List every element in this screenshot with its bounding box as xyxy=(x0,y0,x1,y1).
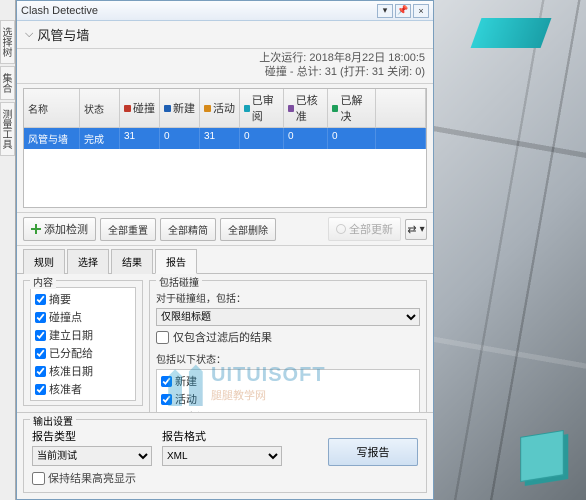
cell-new: 0 xyxy=(160,128,200,149)
include-fieldset: 包括碰撞 对于碰撞组，包括： 仅限组标题 仅包含过滤后的结果 包括以下状态： 新… xyxy=(149,280,427,412)
col-approved[interactable]: 已核准 xyxy=(284,89,328,128)
report-format-label: 报告格式 xyxy=(162,428,282,444)
dot-icon xyxy=(164,105,171,112)
cell-name: 风管与墙 xyxy=(24,128,80,149)
grid-header: 名称 状态 碰撞 新建 活动 已审阅 已核准 已解决 xyxy=(24,89,426,128)
cell-approved: 0 xyxy=(284,128,328,149)
keep-highlight-checkbox[interactable] xyxy=(32,472,45,485)
report-type-label: 报告类型 xyxy=(32,428,152,444)
tab-select[interactable]: 选择 xyxy=(67,249,109,274)
test-meta: 上次运行: 2018年8月22日 18:00:5 碰撞 - 总计: 31 (打开… xyxy=(17,49,433,84)
content-item-checkbox[interactable] xyxy=(35,294,46,305)
col-status[interactable]: 状态 xyxy=(80,89,120,128)
view-cube[interactable] xyxy=(520,430,564,482)
clash-detective-panel: Clash Detective ▾ 📌 × ⌵ 风管与墙 上次运行: 2018年… xyxy=(16,0,434,500)
dock-button[interactable]: ▾ xyxy=(377,4,393,18)
tab-report[interactable]: 报告 xyxy=(155,249,197,274)
filter-checkbox[interactable] xyxy=(156,331,169,344)
side-tab[interactable]: 集合 xyxy=(0,66,15,100)
content-item-label: 摘要 xyxy=(49,291,71,307)
col-clash[interactable]: 碰撞 xyxy=(120,89,160,128)
content-list[interactable]: 摘要碰撞点建立日期已分配给核准日期核准者层名称项目路径项目 ID状态距离说明注释… xyxy=(30,287,136,401)
window-title: Clash Detective xyxy=(21,5,98,17)
state-item-checkbox[interactable] xyxy=(161,394,172,405)
update-all-button[interactable]: 全部更新 xyxy=(328,217,401,241)
group-select[interactable]: 仅限组标题 xyxy=(156,308,420,326)
dot-icon xyxy=(124,105,131,112)
state-item-label: 已审阅 xyxy=(175,409,208,412)
content-item-label: 核准者 xyxy=(49,381,82,397)
import-export-button[interactable]: ⇄▾ xyxy=(405,219,427,240)
tests-grid: 名称 状态 碰撞 新建 活动 已审阅 已核准 已解决 风管与墙 完成 31 0 … xyxy=(23,88,427,208)
content-item-checkbox[interactable] xyxy=(35,384,46,395)
content-fieldset: 内容 摘要碰撞点建立日期已分配给核准日期核准者层名称项目路径项目 ID状态距离说… xyxy=(23,280,143,406)
table-row[interactable]: 风管与墙 完成 31 0 31 0 0 0 xyxy=(24,128,426,149)
state-item-checkbox[interactable] xyxy=(161,376,172,387)
col-name[interactable]: 名称 xyxy=(24,89,80,128)
states-list[interactable]: 新建活动已审阅已核准已解决 xyxy=(156,369,420,412)
output-fieldset: 输出设置 报告类型 当前测试 报告格式 XML 写报告 保持结果高亮显示 xyxy=(23,419,427,493)
tab-results[interactable]: 结果 xyxy=(111,249,153,274)
dot-icon xyxy=(244,105,250,112)
model-viewport[interactable] xyxy=(434,0,586,500)
tabstrip: 规则 选择 结果 报告 xyxy=(17,248,433,274)
cell-reviewed: 0 xyxy=(240,128,284,149)
clash-summary: 碰撞 - 总计: 31 (打开: 31 关闭: 0) xyxy=(25,65,425,79)
col-active[interactable]: 活动 xyxy=(200,89,240,128)
titlebar: Clash Detective ▾ 📌 × xyxy=(17,1,433,21)
output-legend: 输出设置 xyxy=(30,413,76,428)
grid-empty xyxy=(24,149,426,207)
content-item-checkbox[interactable] xyxy=(35,348,46,359)
model-geometry xyxy=(471,18,552,48)
chevron-down-icon: ⌵ xyxy=(25,28,33,41)
content-item-label: 核准日期 xyxy=(49,363,93,379)
side-tab[interactable]: 选择树 xyxy=(0,20,15,64)
col-resolved[interactable]: 已解决 xyxy=(328,89,376,128)
tab-rules[interactable]: 规则 xyxy=(23,249,65,274)
dot-icon xyxy=(332,105,338,112)
add-test-button[interactable]: 添加检测 xyxy=(23,217,96,241)
plus-icon xyxy=(31,224,41,234)
last-run: 上次运行: 2018年8月22日 18:00:5 xyxy=(25,51,425,65)
content-item-label: 层名称 xyxy=(49,399,82,401)
side-tab[interactable]: 测量工具 xyxy=(0,102,15,156)
cell-clash: 31 xyxy=(120,128,160,149)
cell-active: 31 xyxy=(200,128,240,149)
cell-status: 完成 xyxy=(80,128,120,149)
content-item-checkbox[interactable] xyxy=(35,312,46,323)
write-report-button[interactable]: 写报告 xyxy=(328,438,418,466)
col-reviewed[interactable]: 已审阅 xyxy=(240,89,284,128)
report-format-select[interactable]: XML xyxy=(162,446,282,466)
pin-button[interactable]: 📌 xyxy=(395,4,411,18)
compact-all-button[interactable]: 全部精简 xyxy=(160,218,216,241)
content-legend: 内容 xyxy=(30,274,56,289)
dot-icon xyxy=(288,105,294,112)
include-legend: 包括碰撞 xyxy=(156,274,202,289)
content-item-label: 已分配给 xyxy=(49,345,93,361)
state-item-checkbox[interactable] xyxy=(161,412,172,413)
report-type-select[interactable]: 当前测试 xyxy=(32,446,152,466)
filter-label: 仅包含过滤后的结果 xyxy=(173,329,272,345)
delete-all-button[interactable]: 全部删除 xyxy=(220,218,276,241)
cell-resolved: 0 xyxy=(328,128,376,149)
content-item-checkbox[interactable] xyxy=(35,330,46,341)
content-item-checkbox[interactable] xyxy=(35,366,46,377)
close-button[interactable]: × xyxy=(413,4,429,18)
refresh-icon xyxy=(336,224,346,234)
test-header[interactable]: ⌵ 风管与墙 xyxy=(17,21,433,49)
side-tab-strip: 选择树 集合 测量工具 xyxy=(0,0,16,500)
content-item-label: 碰撞点 xyxy=(49,309,82,325)
keep-highlight-label: 保持结果高亮显示 xyxy=(48,470,136,486)
state-item-label: 活动 xyxy=(175,391,197,407)
tests-toolbar: 添加检测 全部重置 全部精简 全部删除 全部更新 ⇄▾ xyxy=(17,212,433,246)
state-item-label: 新建 xyxy=(175,373,197,389)
states-label: 包括以下状态： xyxy=(156,351,420,366)
content-item-label: 建立日期 xyxy=(49,327,93,343)
transfer-icon: ⇄ xyxy=(407,223,416,236)
group-label: 对于碰撞组，包括： xyxy=(156,290,420,305)
test-name: 风管与墙 xyxy=(37,25,89,44)
dot-icon xyxy=(204,105,211,112)
col-new[interactable]: 新建 xyxy=(160,89,200,128)
reset-all-button[interactable]: 全部重置 xyxy=(100,218,156,241)
